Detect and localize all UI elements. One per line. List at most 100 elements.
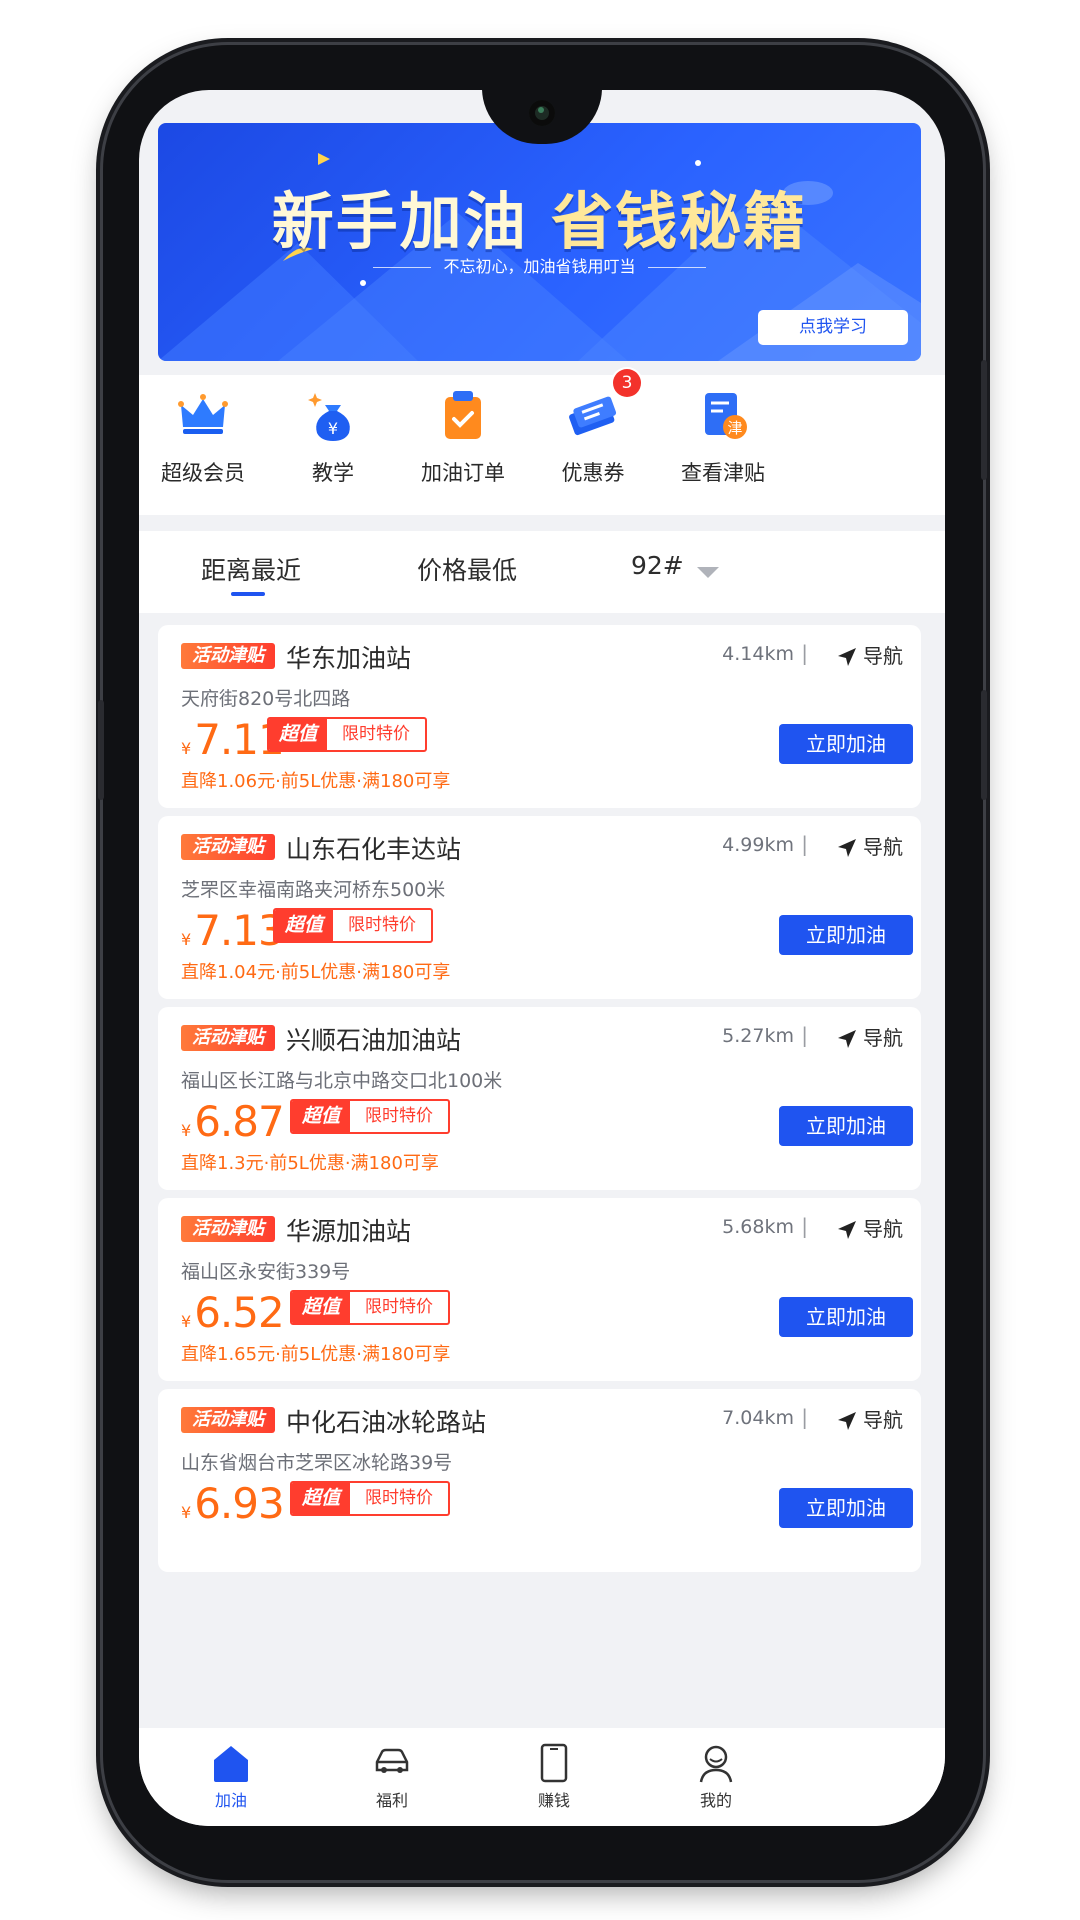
tab-label: 我的 bbox=[699, 1791, 732, 1810]
station-distance: 5.27km bbox=[722, 1025, 794, 1047]
svg-text:¥: ¥ bbox=[328, 419, 338, 438]
station-price: ¥6.93 bbox=[181, 1479, 285, 1528]
navigate-button[interactable]: 导航 bbox=[837, 1213, 903, 1241]
sort-cheapest-tab[interactable]: 价格最低 bbox=[417, 551, 517, 587]
station-distance: 5.68km bbox=[722, 1216, 794, 1238]
svg-text:津: 津 bbox=[727, 419, 742, 437]
divider: | bbox=[801, 641, 808, 665]
special-offer-badge: 超值 限时特价 bbox=[290, 1099, 450, 1134]
navigation-arrow-icon bbox=[838, 1221, 856, 1239]
navigate-button[interactable]: 导航 bbox=[837, 640, 903, 668]
menu-label: 教学 bbox=[312, 461, 354, 485]
navigate-button[interactable]: 导航 bbox=[837, 1404, 903, 1432]
sort-bar: 距离最近 价格最低 92# bbox=[139, 531, 945, 613]
station-card[interactable]: 活动津贴 山东石化丰达站 4.99km | 导航 芝罘区幸福南路夹河桥东500米… bbox=[158, 816, 921, 999]
promo-text: 直降1.04元·前5L优惠·满180可享 bbox=[181, 962, 451, 983]
tab-earn[interactable]: 赚钱 bbox=[494, 1740, 614, 1811]
navigation-arrow-icon bbox=[838, 839, 856, 857]
station-address: 天府街820号北四路 bbox=[181, 688, 351, 710]
special-offer-badge: 超值 限时特价 bbox=[290, 1290, 450, 1325]
menu-item-tutorial[interactable]: ¥ 教学 bbox=[273, 385, 393, 487]
coupon-count-badge: 3 bbox=[613, 369, 641, 397]
refuel-now-button[interactable]: 立即加油 bbox=[779, 915, 913, 955]
tab-welfare[interactable]: 福利 bbox=[332, 1740, 452, 1811]
station-card[interactable]: 活动津贴 兴顺石油加油站 5.27km | 导航 福山区长江路与北京中路交口北1… bbox=[158, 1007, 921, 1190]
station-address: 福山区长江路与北京中路交口北100米 bbox=[181, 1070, 503, 1092]
special-offer-badge: 超值 限时特价 bbox=[267, 717, 427, 752]
special-offer-badge: 超值 限时特价 bbox=[273, 908, 433, 943]
station-price: ¥7.13 bbox=[181, 906, 285, 955]
refuel-now-button[interactable]: 立即加油 bbox=[779, 1488, 913, 1528]
menu-label: 优惠券 bbox=[561, 461, 625, 485]
volume-button bbox=[981, 690, 987, 800]
refuel-now-button[interactable]: 立即加油 bbox=[779, 724, 913, 764]
divider: | bbox=[801, 1023, 808, 1047]
menu-label: 查看津贴 bbox=[681, 461, 765, 485]
activity-tag: 活动津贴 bbox=[181, 1407, 275, 1433]
banner-subtitle: 不忘初心，加油省钱用叮当 bbox=[158, 253, 921, 277]
camera-icon bbox=[529, 100, 555, 126]
coupon-icon: 3 bbox=[563, 369, 641, 445]
station-name: 兴顺石油加油站 bbox=[286, 1026, 462, 1055]
navigation-arrow-icon bbox=[838, 648, 856, 666]
station-name: 华东加油站 bbox=[286, 644, 412, 673]
user-icon bbox=[693, 1740, 739, 1786]
activity-tag: 活动津贴 bbox=[181, 1216, 275, 1242]
station-distance: 4.14km bbox=[722, 643, 794, 665]
navigation-arrow-icon bbox=[838, 1030, 856, 1048]
tab-label: 赚钱 bbox=[537, 1791, 570, 1810]
station-address: 福山区永安街339号 bbox=[181, 1261, 351, 1283]
station-price: ¥6.52 bbox=[181, 1288, 285, 1337]
chevron-down-icon[interactable] bbox=[697, 567, 719, 578]
app-screen: 新手加油 省钱秘籍 不忘初心，加油省钱用叮当 点我学习 超级会员 ¥ 教学 加油… bbox=[139, 90, 945, 1826]
crown-icon bbox=[173, 385, 233, 445]
fuel-type-dropdown[interactable]: 92# bbox=[631, 551, 684, 580]
tab-mine[interactable]: 我的 bbox=[656, 1740, 776, 1811]
station-address: 山东省烟台市芝罘区冰轮路39号 bbox=[181, 1452, 453, 1474]
divider: | bbox=[801, 1214, 808, 1238]
active-tab-indicator bbox=[231, 592, 265, 596]
station-card[interactable]: 活动津贴 中化石油冰轮路站 7.04km | 导航 山东省烟台市芝罘区冰轮路39… bbox=[158, 1389, 921, 1572]
station-name: 华源加油站 bbox=[286, 1217, 412, 1246]
promo-text: 直降1.65元·前5L优惠·满180可享 bbox=[181, 1344, 451, 1365]
tab-label: 加油 bbox=[214, 1791, 247, 1810]
station-card[interactable]: 活动津贴 华源加油站 5.68km | 导航 福山区永安街339号 ¥6.52 … bbox=[158, 1198, 921, 1381]
divider: | bbox=[801, 1405, 808, 1429]
menu-label: 超级会员 bbox=[161, 461, 245, 485]
promo-banner[interactable]: 新手加油 省钱秘籍 不忘初心，加油省钱用叮当 点我学习 bbox=[158, 123, 921, 361]
navigate-button[interactable]: 导航 bbox=[837, 1022, 903, 1050]
station-address: 芝罘区幸福南路夹河桥东500米 bbox=[181, 879, 446, 901]
tab-refuel[interactable]: 加油 bbox=[171, 1740, 291, 1811]
home-icon bbox=[208, 1740, 254, 1786]
sort-nearest-tab[interactable]: 距离最近 bbox=[201, 551, 301, 587]
refuel-now-button[interactable]: 立即加油 bbox=[779, 1106, 913, 1146]
allowance-doc-icon: 津 bbox=[693, 385, 753, 445]
station-distance: 7.04km bbox=[722, 1407, 794, 1429]
station-distance: 4.99km bbox=[722, 834, 794, 856]
learn-button[interactable]: 点我学习 bbox=[758, 310, 908, 345]
menu-label: 加油订单 bbox=[421, 461, 505, 485]
phone-icon bbox=[531, 1740, 577, 1786]
refuel-now-button[interactable]: 立即加油 bbox=[779, 1297, 913, 1337]
special-offer-badge: 超值 限时特价 bbox=[290, 1481, 450, 1516]
station-name: 山东石化丰达站 bbox=[286, 835, 462, 864]
divider: | bbox=[801, 832, 808, 856]
station-card[interactable]: 活动津贴 华东加油站 4.14km | 导航 天府街820号北四路 ¥7.11 … bbox=[158, 625, 921, 808]
menu-item-super-member[interactable]: 超级会员 bbox=[143, 385, 263, 487]
quick-menu: 超级会员 ¥ 教学 加油订单 3 优惠券 津 查看津贴 bbox=[139, 369, 945, 515]
menu-item-allowance[interactable]: 津 查看津贴 bbox=[663, 385, 783, 487]
order-clipboard-icon bbox=[433, 385, 493, 445]
menu-item-fuel-orders[interactable]: 加油订单 bbox=[403, 385, 523, 487]
promo-text: 直降1.3元·前5L优惠·满180可享 bbox=[181, 1153, 439, 1174]
car-icon bbox=[369, 1740, 415, 1786]
activity-tag: 活动津贴 bbox=[181, 834, 275, 860]
side-key bbox=[98, 700, 104, 800]
tab-label: 福利 bbox=[375, 1791, 408, 1810]
navigation-arrow-icon bbox=[838, 1412, 856, 1430]
activity-tag: 活动津贴 bbox=[181, 643, 275, 669]
navigate-button[interactable]: 导航 bbox=[837, 831, 903, 859]
bottom-tab-bar: 加油 福利 赚钱 我的 bbox=[139, 1728, 945, 1826]
menu-item-coupons[interactable]: 3 优惠券 bbox=[533, 369, 653, 487]
promo-text: 直降1.06元·前5L优惠·满180可享 bbox=[181, 771, 451, 792]
station-price: ¥6.87 bbox=[181, 1097, 285, 1146]
